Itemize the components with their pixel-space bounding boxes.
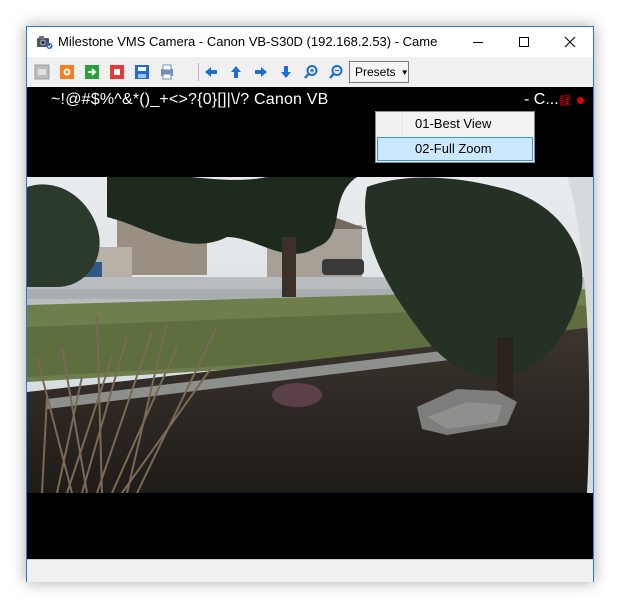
close-button[interactable] xyxy=(547,27,593,57)
chevron-down-icon: ▼ xyxy=(400,67,409,77)
maximize-button[interactable] xyxy=(501,27,547,57)
maximize-icon xyxy=(519,37,529,47)
recording-glyph: 録 xyxy=(559,94,572,108)
toolbar: Presets ▼ xyxy=(27,57,593,87)
window-title: Milestone VMS Camera - Canon VB-S30D (19… xyxy=(58,34,438,49)
camera-overlay-text: ~!@#$%^&*()_+<>?{0}[]|\/? Canon VB xyxy=(51,91,329,108)
preset-item-best-view[interactable]: 01-Best View xyxy=(377,113,533,137)
pan-left-icon[interactable] xyxy=(203,64,219,80)
title-bar[interactable]: Milestone VMS Camera - Canon VB-S30D (19… xyxy=(27,27,593,57)
pan-up-icon[interactable] xyxy=(228,64,244,80)
pan-down-icon[interactable] xyxy=(278,64,294,80)
minimize-icon xyxy=(473,42,483,43)
zoom-in-icon[interactable] xyxy=(303,64,319,80)
status-bar xyxy=(27,559,593,582)
presets-menu: 01-Best View 02-Full Zoom xyxy=(375,111,535,163)
save-icon[interactable] xyxy=(134,64,150,80)
presets-label: Presets xyxy=(355,65,396,79)
presets-dropdown-button[interactable]: Presets ▼ xyxy=(349,61,409,83)
stop-icon[interactable] xyxy=(109,64,125,80)
print-icon[interactable] xyxy=(159,64,175,80)
close-icon xyxy=(564,36,576,48)
minimize-button[interactable] xyxy=(455,27,501,57)
pan-right-icon[interactable] xyxy=(253,64,269,80)
camera-app-icon xyxy=(37,36,53,49)
zoom-out-icon[interactable] xyxy=(328,64,344,80)
settings-icon[interactable] xyxy=(59,64,75,80)
snapshot-icon[interactable] xyxy=(34,64,50,80)
toolbar-separator xyxy=(198,63,199,81)
recording-dot-icon xyxy=(577,97,584,104)
preset-item-full-zoom[interactable]: 02-Full Zoom xyxy=(377,137,533,161)
camera-overlay-text-end: - C... xyxy=(524,91,559,108)
camera-window: Milestone VMS Camera - Canon VB-S30D (19… xyxy=(26,26,594,582)
camera-feed-image xyxy=(27,177,593,493)
export-icon[interactable] xyxy=(84,64,100,80)
